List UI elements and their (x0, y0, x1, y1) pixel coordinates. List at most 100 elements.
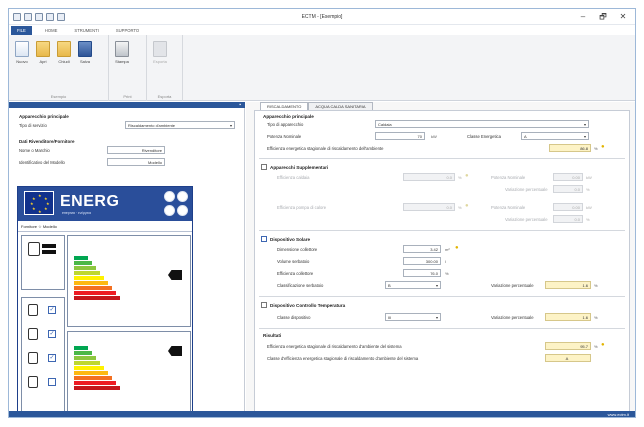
tipo-servizio-row: Tipo di servizio Riscaldamento d'ambient… (19, 121, 235, 129)
bar-a3 (74, 346, 88, 350)
solar-efficienza-input[interactable]: 76.0 (403, 269, 441, 277)
supp-pompa-input[interactable]: 0.0 (403, 203, 455, 211)
classe-value: A (524, 133, 527, 139)
bar-e (74, 291, 116, 295)
supp-variazione2-label: Variazione percentuale (505, 217, 548, 222)
heater-icon-panel (21, 235, 65, 290)
bar-f (74, 296, 120, 300)
temp-classe-label: Classe dispositivo (277, 315, 311, 320)
solar-volume-input[interactable]: 300.00 (403, 257, 441, 265)
lightbulb-icon[interactable]: ● (601, 342, 606, 349)
section-dispositivo-solare: Dispositivo Solare (261, 236, 310, 242)
tab-strumenti[interactable]: STRUMENTI (70, 27, 102, 34)
group-label: Esempio (50, 94, 67, 99)
tab-file[interactable]: FILE (11, 25, 32, 35)
solar-dimensione-input[interactable]: 3.42 (403, 245, 441, 253)
lightbulb-icon[interactable]: ● (455, 245, 460, 252)
tipo-servizio-select[interactable]: Riscaldamento d'ambiente ▾ (125, 121, 235, 129)
stampa-button[interactable]: Stampa (114, 41, 130, 101)
supp-variazione2-output: 0.0 (553, 215, 583, 223)
restore-button[interactable]: 🗗 (593, 11, 613, 23)
solar-checkbox[interactable]: ✓ (48, 306, 56, 314)
export-icon (153, 41, 167, 57)
classe-select[interactable]: A ▾ (521, 132, 589, 140)
tipo-servizio-label: Tipo di servizio (19, 122, 47, 128)
nome-label: Nome o Marchio (19, 147, 50, 153)
window-title: ECTM - [Esempio] (301, 14, 343, 20)
tab-acqua-calda[interactable]: ACQUA CALDA SANITARIA (308, 102, 373, 110)
window-controls: – 🗗 ✕ (573, 11, 633, 23)
solar-dimensione-unit: m² (445, 247, 450, 252)
tipo-apparecchio-label: Tipo di apparecchio (267, 122, 304, 127)
bar-d (74, 376, 112, 380)
supp-potenza2-input[interactable]: 0.00 (553, 203, 583, 211)
printer-icon (115, 41, 129, 57)
solar-classificazione-select[interactable]: B ▾ (385, 281, 441, 289)
lightbulb-icon[interactable]: ● (465, 203, 470, 210)
tipo-apparecchio-value: Caldaia (378, 121, 392, 127)
energy-label-header: ★ ★ ★ ★ ★ ★ ★ ★ ENERG енергия · ενέργεια (18, 187, 192, 221)
label-circle-icon (177, 191, 188, 202)
component-row: ✓ (28, 352, 56, 364)
esporta-button[interactable]: Esporta (152, 41, 168, 101)
right-panel: RISCALDAMENTO ACQUA CALDA SANITARIA Appa… (246, 102, 635, 417)
solar-variazione-unit: % (594, 283, 598, 288)
nuovo-button[interactable]: Nuovo (14, 41, 30, 101)
potenza-input[interactable]: 70 (375, 132, 425, 140)
form-content: Apparecchio principale Tipo di apparecch… (254, 110, 630, 415)
supp-caldaia-input[interactable]: 0.0 (403, 173, 455, 181)
section-title: Dispositivo Controllo Temperatura (270, 302, 346, 308)
tab-home[interactable]: HOME (41, 27, 62, 34)
ident-row: Identificativo del Modello Modello (19, 158, 165, 166)
supp-variazione-label: Variazione percentuale (505, 187, 548, 192)
class-arrow-icon (168, 270, 182, 280)
folder-open-icon (36, 41, 50, 57)
lightbulb-icon[interactable]: ● (465, 173, 470, 180)
temp-variazione-output: 1.6 (545, 313, 591, 321)
bar-f (74, 386, 120, 390)
tab-supporto[interactable]: SUPPORTO (112, 27, 143, 34)
solare-checkbox[interactable] (261, 236, 267, 242)
eff-output: 86.8 (549, 144, 591, 152)
system-class-arrow-icon (168, 346, 182, 356)
close-button[interactable]: ✕ (613, 11, 633, 23)
section-title: Risultati (263, 333, 282, 338)
tab-riscaldamento[interactable]: RISCALDAMENTO (260, 102, 309, 110)
lightbulb-icon[interactable]: ● (601, 144, 606, 151)
bar-a1 (74, 356, 96, 360)
chevron-down-icon: ▾ (435, 282, 438, 288)
salva-button[interactable]: Salva (77, 41, 93, 101)
bar-c (74, 281, 108, 285)
new-document-icon (15, 41, 29, 57)
section-apparecchio-principale: Apparecchio principale (263, 114, 314, 119)
nome-input[interactable]: Rivenditore (107, 146, 165, 154)
heater-supplementary-icon (28, 376, 38, 388)
heater-supplementary-checkbox[interactable] (48, 378, 56, 386)
temp-classe-select[interactable]: III ▾ (385, 313, 441, 321)
supp-potenza-label: Potenza Nominale (491, 175, 526, 180)
supp-variazione-output: 0.0 (553, 185, 583, 193)
supp-variazione2-unit: % (586, 217, 590, 222)
section-title: Apparecchio principale (263, 114, 314, 119)
thermostat-checkbox[interactable]: ✓ (48, 354, 56, 362)
tipo-apparecchio-select[interactable]: Caldaia ▾ (375, 120, 589, 128)
section-title: Apparecchi Supplementari (270, 164, 329, 170)
pin-icon[interactable]: ▪ (239, 102, 241, 108)
status-text: www.ectm.it (607, 412, 629, 417)
ident-input[interactable]: Modello (107, 158, 165, 166)
supplementari-checkbox[interactable] (261, 164, 267, 170)
temp-classe-value: III (388, 314, 392, 320)
ribbon-group-esempio: Nuovo Apri Chiudi Salva Esempio (9, 35, 109, 101)
solar-dimensione-label: Dimensione collettore (277, 247, 318, 252)
apri-button[interactable]: Apri (35, 41, 51, 101)
chiudi-button[interactable]: Chiudi (56, 41, 72, 101)
tank-checkbox[interactable]: ✓ (48, 330, 56, 338)
temperatura-checkbox[interactable] (261, 302, 267, 308)
bar-a2 (74, 351, 92, 355)
temp-variazione-unit: % (594, 315, 598, 320)
supp-potenza-input[interactable]: 0.00 (553, 173, 583, 181)
solar-volume-label: Volume serbatoio (277, 259, 310, 264)
tank-icon (28, 328, 38, 340)
minimize-button[interactable]: – (573, 11, 593, 23)
left-panel-header: ▪ (9, 102, 245, 108)
